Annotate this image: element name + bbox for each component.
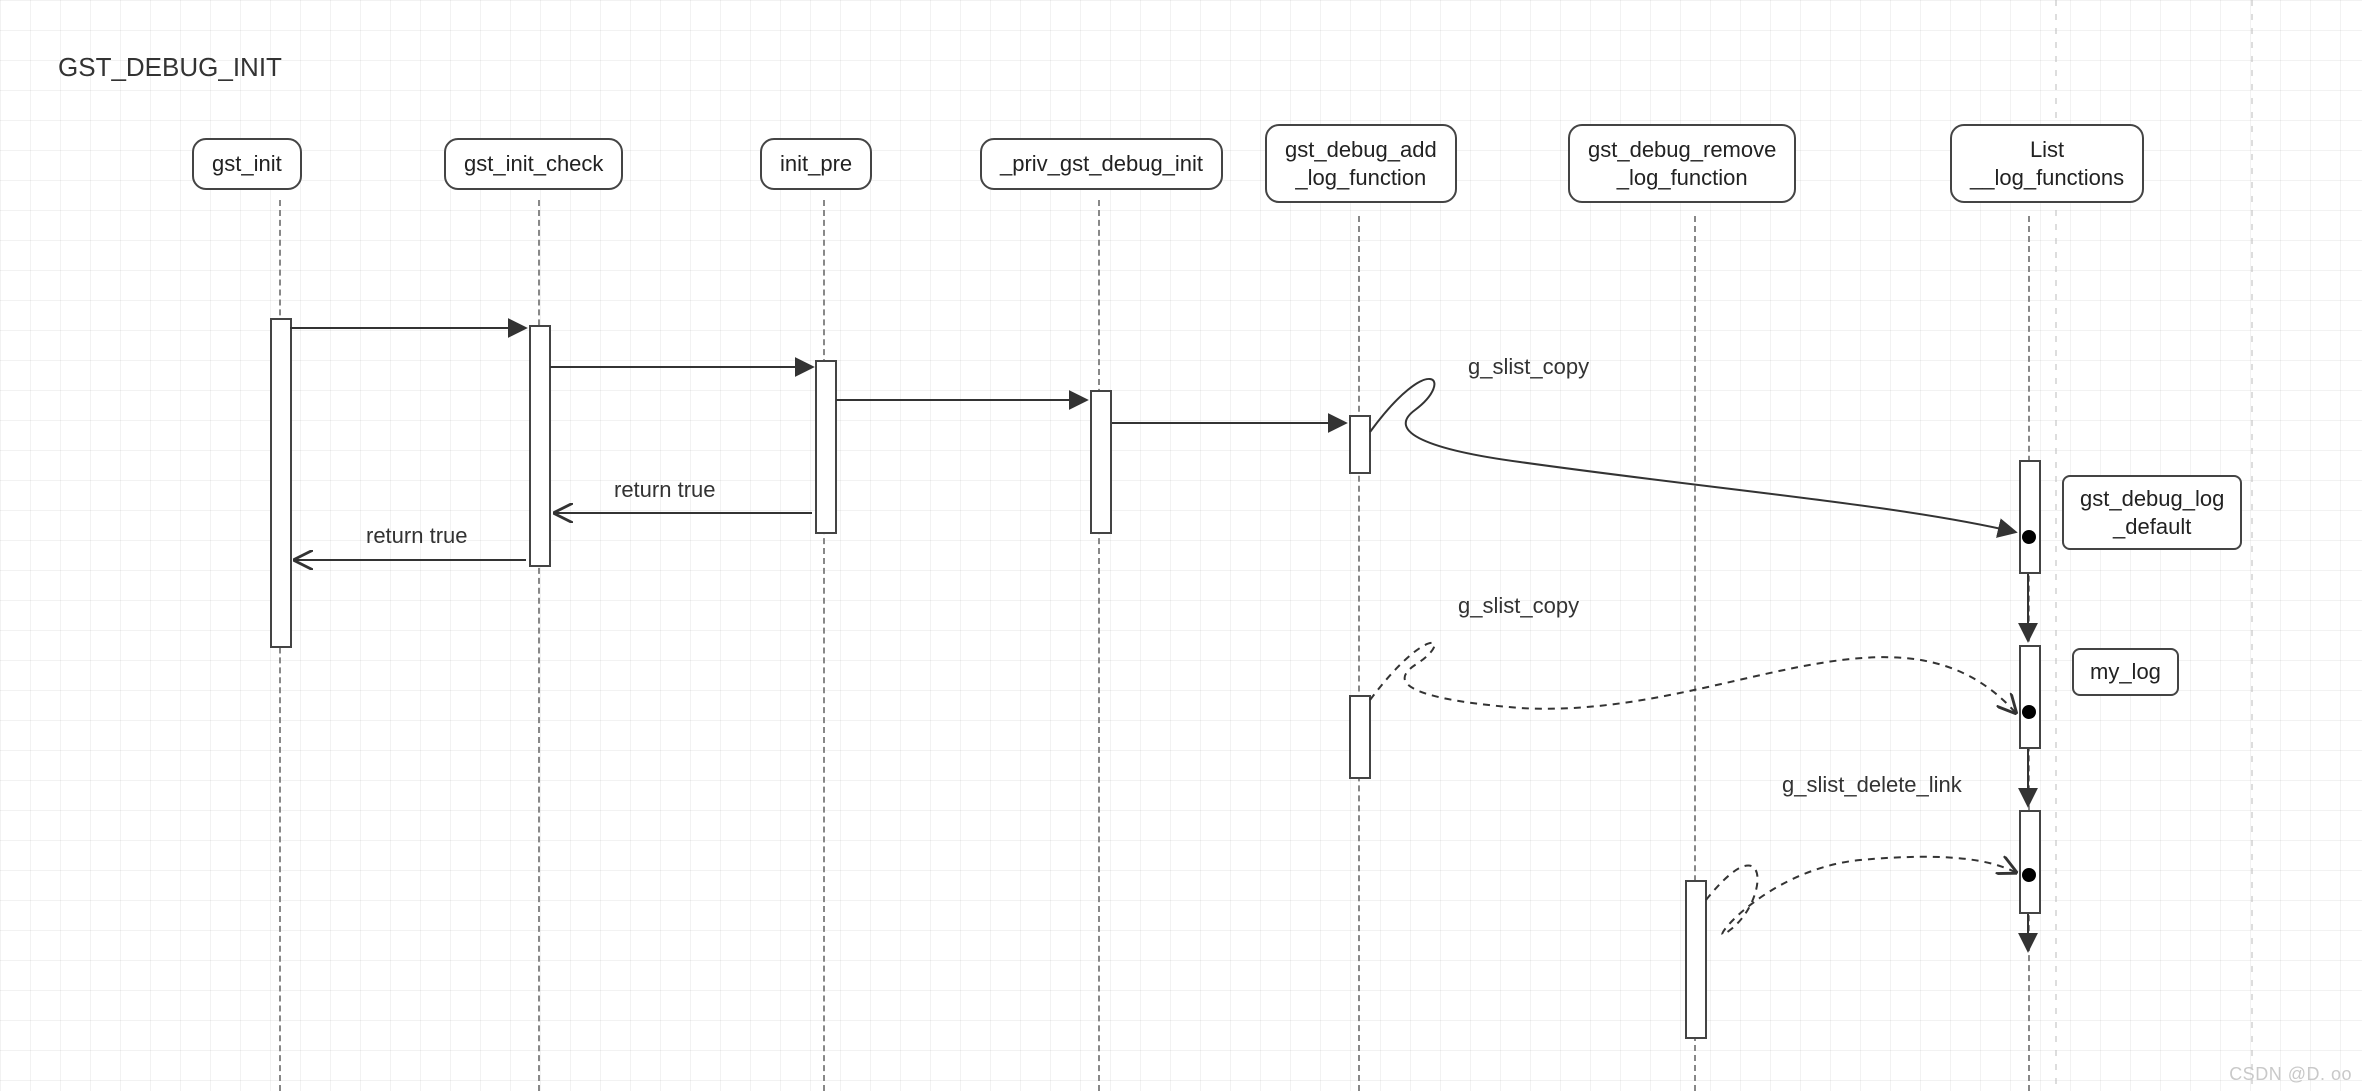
activation-gst-debug-remove [1685,880,1707,1039]
msg-g-slist-copy-2: g_slist_copy [1458,593,1579,619]
activation-priv-gst-debug-init [1090,390,1112,534]
msg-g-slist-delete-link: g_slist_delete_link [1782,772,1962,798]
activation-gst-debug-add-1 [1349,415,1371,474]
participant-init-pre[interactable]: init_pre [760,138,872,190]
lifeline-gst-debug-add-log-function [1358,216,1360,1091]
list-dot-1 [2022,530,2036,544]
list-dot-2 [2022,705,2036,719]
lifeline-init-pre [823,200,825,1091]
msg-return-true-2: return true [366,523,468,549]
activation-gst-init-check [529,325,551,567]
participant-gst-debug-remove-log-function[interactable]: gst_debug_remove _log_function [1568,124,1796,203]
activation-list-1 [2019,460,2041,574]
lifeline-priv-gst-debug-init [1098,200,1100,1091]
diagram-title: GST_DEBUG_INIT [58,52,282,83]
participant-gst-debug-add-log-function[interactable]: gst_debug_add _log_function [1265,124,1457,203]
list-dot-3 [2022,868,2036,882]
watermark: CSDN @D. oo [2229,1064,2352,1085]
note-gst-debug-log-default: gst_debug_log _default [2062,475,2242,550]
activation-gst-debug-add-2 [1349,695,1371,779]
activation-list-3 [2019,810,2041,914]
participant-gst-init[interactable]: gst_init [192,138,302,190]
activation-gst-init [270,318,292,648]
participant-gst-init-check[interactable]: gst_init_check [444,138,623,190]
participant-list-log-functions[interactable]: List __log_functions [1950,124,2144,203]
activation-init-pre [815,360,837,534]
participant-priv-gst-debug-init[interactable]: _priv_gst_debug_init [980,138,1223,190]
note-my-log: my_log [2072,648,2179,696]
msg-g-slist-copy-1: g_slist_copy [1468,354,1589,380]
activation-list-2 [2019,645,2041,749]
msg-return-true-1: return true [614,477,716,503]
